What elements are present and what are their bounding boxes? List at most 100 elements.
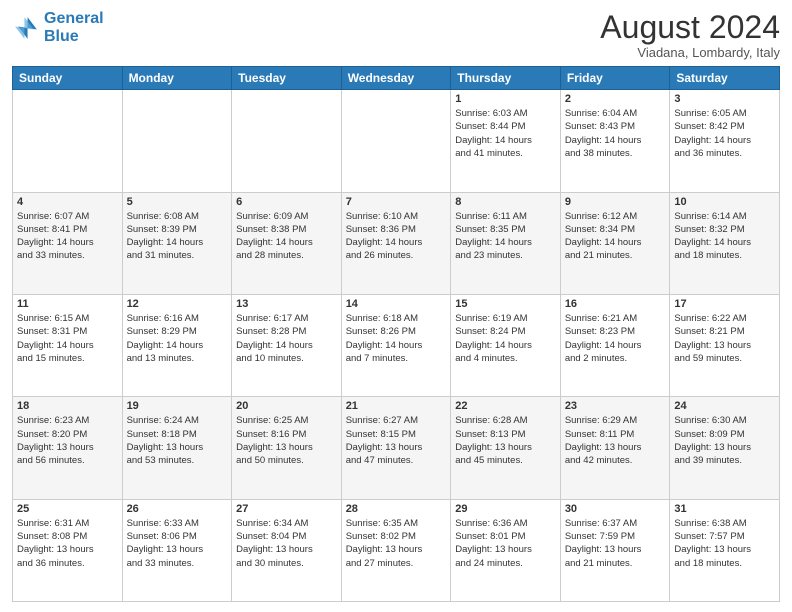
- day-number: 10: [674, 196, 775, 208]
- day-cell: 17Sunrise: 6:22 AMSunset: 8:21 PMDayligh…: [670, 294, 780, 396]
- day-cell: 13 Sunrise: 6:17 AMSunset: 8:28 PMDayligh…: [232, 294, 342, 396]
- day-info: Sunrise: 6:17 AMSunset: 8:28 PMDaylight:…: [236, 312, 337, 365]
- day-cell: 15 Sunrise: 6:19 AMSunset: 8:24 PMDayligh…: [451, 294, 561, 396]
- day-cell: 28 Sunrise: 6:35 AMSunset: 8:02 PMDayligh…: [341, 499, 451, 601]
- title-block: August 2024 Viadana, Lombardy, Italy: [600, 10, 780, 60]
- day-info: Sunrise: 6:34 AMSunset: 8:04 PMDaylight:…: [236, 517, 337, 570]
- day-info: Sunrise: 6:37 AMSunset: 7:59 PMDaylight:…: [565, 517, 666, 570]
- month-title: August 2024: [600, 10, 780, 45]
- day-info: Sunrise: 6:08 AMSunset: 8:39 PMDaylight:…: [127, 210, 228, 263]
- calendar-table: SundayMondayTuesdayWednesdayThursdayFrid…: [12, 66, 780, 602]
- day-number: 30: [565, 503, 666, 515]
- weekday-header-saturday: Saturday: [670, 67, 780, 90]
- day-info: Sunrise: 6:27 AMSunset: 8:15 PMDaylight:…: [346, 414, 447, 467]
- logo: General Blue: [12, 10, 104, 45]
- day-number: 31: [674, 503, 775, 515]
- day-cell: 24Sunrise: 6:30 AMSunset: 8:09 PMDayligh…: [670, 397, 780, 499]
- day-number: 13: [236, 298, 337, 310]
- day-cell: 25 Sunrise: 6:31 AMSunset: 8:08 PMDayligh…: [13, 499, 123, 601]
- day-cell: 10 Sunrise: 6:14 AMSunset: 8:32 PMDayligh…: [670, 192, 780, 294]
- day-number: 24: [674, 400, 775, 412]
- day-info: Sunrise: 6:31 AMSunset: 8:08 PMDaylight:…: [17, 517, 118, 570]
- day-info: Sunrise: 6:24 AMSunset: 8:18 PMDaylight:…: [127, 414, 228, 467]
- day-info: Sunrise: 6:28 AMSunset: 8:13 PMDaylight:…: [455, 414, 556, 467]
- day-cell: 11 Sunrise: 6:15 AMSunset: 8:31 PMDayligh…: [13, 294, 123, 396]
- week-row-2: 4 Sunrise: 6:07 AMSunset: 8:41 PMDaylight…: [13, 192, 780, 294]
- day-cell: 27Sunrise: 6:34 AMSunset: 8:04 PMDayligh…: [232, 499, 342, 601]
- day-number: 7: [346, 196, 447, 208]
- day-number: 14: [346, 298, 447, 310]
- day-info: Sunrise: 6:29 AMSunset: 8:11 PMDaylight:…: [565, 414, 666, 467]
- weekday-header-monday: Monday: [122, 67, 232, 90]
- day-number: 8: [455, 196, 556, 208]
- day-number: 5: [127, 196, 228, 208]
- day-info: Sunrise: 6:22 AMSunset: 8:21 PMDaylight:…: [674, 312, 775, 365]
- weekday-header-thursday: Thursday: [451, 67, 561, 90]
- logo-general: General: [44, 10, 104, 27]
- location: Viadana, Lombardy, Italy: [600, 45, 780, 60]
- day-cell: 6 Sunrise: 6:09 AMSunset: 8:38 PMDaylight…: [232, 192, 342, 294]
- day-info: Sunrise: 6:16 AMSunset: 8:29 PMDaylight:…: [127, 312, 228, 365]
- weekday-row: SundayMondayTuesdayWednesdayThursdayFrid…: [13, 67, 780, 90]
- day-cell: 23 Sunrise: 6:29 AMSunset: 8:11 PMDayligh…: [560, 397, 670, 499]
- day-number: 4: [17, 196, 118, 208]
- day-cell: [122, 90, 232, 192]
- week-row-3: 11 Sunrise: 6:15 AMSunset: 8:31 PMDayligh…: [13, 294, 780, 396]
- week-row-1: 1 Sunrise: 6:03 AMSunset: 8:44 PMDaylight…: [13, 90, 780, 192]
- day-number: 9: [565, 196, 666, 208]
- day-info: Sunrise: 6:38 AMSunset: 7:57 PMDaylight:…: [674, 517, 775, 570]
- week-row-4: 18 Sunrise: 6:23 AMSunset: 8:20 PMDayligh…: [13, 397, 780, 499]
- day-info: Sunrise: 6:25 AMSunset: 8:16 PMDaylight:…: [236, 414, 337, 467]
- day-cell: 29 Sunrise: 6:36 AMSunset: 8:01 PMDayligh…: [451, 499, 561, 601]
- day-info: Sunrise: 6:12 AMSunset: 8:34 PMDaylight:…: [565, 210, 666, 263]
- day-cell: [341, 90, 451, 192]
- day-number: 21: [346, 400, 447, 412]
- day-number: 6: [236, 196, 337, 208]
- day-info: Sunrise: 6:14 AMSunset: 8:32 PMDaylight:…: [674, 210, 775, 263]
- day-number: 3: [674, 93, 775, 105]
- day-cell: [232, 90, 342, 192]
- day-number: 1: [455, 93, 556, 105]
- page: General Blue August 2024 Viadana, Lombar…: [0, 0, 792, 612]
- day-cell: 7 Sunrise: 6:10 AMSunset: 8:36 PMDaylight…: [341, 192, 451, 294]
- day-info: Sunrise: 6:23 AMSunset: 8:20 PMDaylight:…: [17, 414, 118, 467]
- day-number: 25: [17, 503, 118, 515]
- day-number: 11: [17, 298, 118, 310]
- week-row-5: 25 Sunrise: 6:31 AMSunset: 8:08 PMDayligh…: [13, 499, 780, 601]
- weekday-header-sunday: Sunday: [13, 67, 123, 90]
- day-cell: 2Sunrise: 6:04 AMSunset: 8:43 PMDaylight…: [560, 90, 670, 192]
- day-cell: 14 Sunrise: 6:18 AMSunset: 8:26 PMDayligh…: [341, 294, 451, 396]
- logo-text: General Blue: [44, 10, 104, 45]
- day-info: Sunrise: 6:04 AMSunset: 8:43 PMDaylight:…: [565, 107, 666, 160]
- day-cell: 12 Sunrise: 6:16 AMSunset: 8:29 PMDayligh…: [122, 294, 232, 396]
- day-number: 12: [127, 298, 228, 310]
- day-cell: 4 Sunrise: 6:07 AMSunset: 8:41 PMDaylight…: [13, 192, 123, 294]
- day-cell: 5 Sunrise: 6:08 AMSunset: 8:39 PMDaylight…: [122, 192, 232, 294]
- weekday-header-wednesday: Wednesday: [341, 67, 451, 90]
- day-number: 23: [565, 400, 666, 412]
- calendar-body: 1 Sunrise: 6:03 AMSunset: 8:44 PMDaylight…: [13, 90, 780, 602]
- day-info: Sunrise: 6:09 AMSunset: 8:38 PMDaylight:…: [236, 210, 337, 263]
- day-number: 15: [455, 298, 556, 310]
- day-info: Sunrise: 6:15 AMSunset: 8:31 PMDaylight:…: [17, 312, 118, 365]
- day-number: 28: [346, 503, 447, 515]
- day-cell: 9 Sunrise: 6:12 AMSunset: 8:34 PMDaylight…: [560, 192, 670, 294]
- day-number: 22: [455, 400, 556, 412]
- logo-blue: Blue: [44, 28, 79, 45]
- weekday-header-tuesday: Tuesday: [232, 67, 342, 90]
- day-info: Sunrise: 6:35 AMSunset: 8:02 PMDaylight:…: [346, 517, 447, 570]
- day-info: Sunrise: 6:36 AMSunset: 8:01 PMDaylight:…: [455, 517, 556, 570]
- day-info: Sunrise: 6:10 AMSunset: 8:36 PMDaylight:…: [346, 210, 447, 263]
- day-info: Sunrise: 6:19 AMSunset: 8:24 PMDaylight:…: [455, 312, 556, 365]
- day-info: Sunrise: 6:11 AMSunset: 8:35 PMDaylight:…: [455, 210, 556, 263]
- day-info: Sunrise: 6:21 AMSunset: 8:23 PMDaylight:…: [565, 312, 666, 365]
- header: General Blue August 2024 Viadana, Lombar…: [12, 10, 780, 60]
- day-info: Sunrise: 6:18 AMSunset: 8:26 PMDaylight:…: [346, 312, 447, 365]
- day-info: Sunrise: 6:33 AMSunset: 8:06 PMDaylight:…: [127, 517, 228, 570]
- day-number: 29: [455, 503, 556, 515]
- day-info: Sunrise: 6:07 AMSunset: 8:41 PMDaylight:…: [17, 210, 118, 263]
- day-info: Sunrise: 6:03 AMSunset: 8:44 PMDaylight:…: [455, 107, 556, 160]
- day-number: 19: [127, 400, 228, 412]
- day-number: 26: [127, 503, 228, 515]
- day-number: 18: [17, 400, 118, 412]
